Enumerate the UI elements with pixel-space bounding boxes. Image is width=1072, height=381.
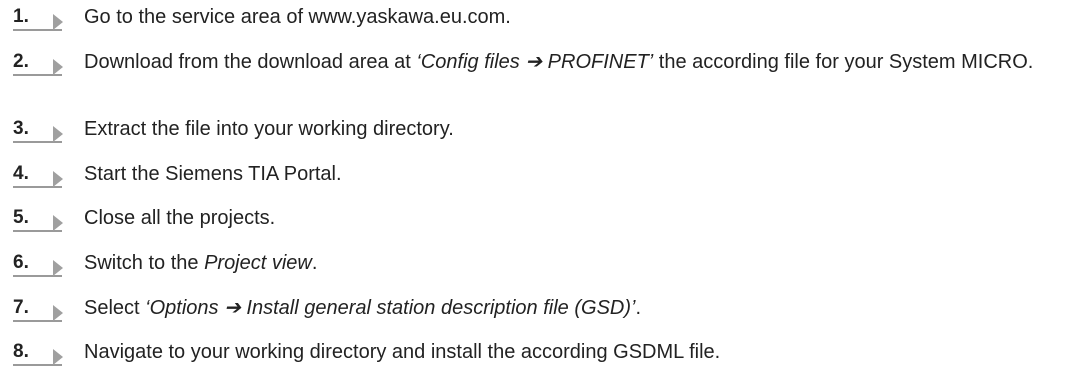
step-arrow-icon <box>53 260 63 276</box>
step-marker: 8. <box>0 340 84 366</box>
step-number: 4. <box>13 163 29 184</box>
step-marker: 2. <box>0 50 84 76</box>
step-arrow-icon <box>53 59 63 75</box>
step-text-part: Navigate to your working directory and i… <box>84 341 721 363</box>
step-4: 4. Start the Siemens TIA Portal. <box>0 162 1060 188</box>
step-text: Extract the file into your working direc… <box>84 117 1044 141</box>
step-8: 8. Navigate to your working directory an… <box>0 340 1060 366</box>
step-number: 8. <box>13 341 29 362</box>
step-marker: 6. <box>0 251 84 277</box>
step-marker: 4. <box>0 162 84 188</box>
step-1: 1. Go to the service area of www.yaskawa… <box>0 5 1060 31</box>
step-number: 2. <box>13 51 29 72</box>
step-7: 7. Select ‘Options ➔ Install general sta… <box>0 296 1060 322</box>
step-marker: 7. <box>0 296 84 322</box>
step-text: Switch to the Project view. <box>84 251 1044 275</box>
step-text-menu-path: ‘Options ➔ Install general station descr… <box>145 297 636 319</box>
step-arrow-icon <box>53 171 63 187</box>
step-text-part: Select <box>84 297 146 319</box>
step-text-part: . <box>635 297 642 319</box>
step-text-part: Start the Siemens TIA Portal. <box>84 163 342 185</box>
step-text: Navigate to your working directory and i… <box>84 340 1044 364</box>
step-6: 6. Switch to the Project view. <box>0 251 1060 277</box>
step-5: 5. Close all the projects. <box>0 206 1060 232</box>
step-number: 3. <box>13 118 29 139</box>
step-number: 6. <box>13 252 29 273</box>
step-arrow-icon <box>53 215 63 231</box>
step-text-part: Extract the file into your working direc… <box>84 118 454 140</box>
step-text-part: Download from the download area at <box>84 51 417 73</box>
step-arrow-icon <box>53 305 63 321</box>
step-2: 2. Download from the download area at ‘C… <box>0 50 1060 76</box>
step-3: 3. Extract the file into your working di… <box>0 117 1060 143</box>
step-marker: 3. <box>0 117 84 143</box>
step-text: Download from the download area at ‘Conf… <box>84 50 1044 74</box>
step-text-menu-path: ‘Config files ➔ PROFINET’ <box>416 51 654 73</box>
step-text-part: Switch to the <box>84 252 205 274</box>
step-arrow-icon <box>53 14 63 30</box>
step-text: Select ‘Options ➔ Install general statio… <box>84 296 1044 320</box>
step-marker: 1. <box>0 5 84 31</box>
step-marker: 5. <box>0 206 84 232</box>
step-text: Start the Siemens TIA Portal. <box>84 162 1044 186</box>
step-number: 5. <box>13 207 29 228</box>
step-text-view-name: Project view <box>204 252 312 274</box>
step-text-part: Go to the service area of www.yaskawa.eu… <box>84 6 511 28</box>
step-text-part: Close all the projects. <box>84 207 276 229</box>
step-text-part: the according file for your System MICRO… <box>653 51 1034 73</box>
step-arrow-icon <box>53 126 63 142</box>
step-number: 7. <box>13 297 29 318</box>
step-number: 1. <box>13 6 29 27</box>
step-arrow-icon <box>53 349 63 365</box>
step-text: Close all the projects. <box>84 206 1044 230</box>
step-text: Go to the service area of www.yaskawa.eu… <box>84 5 1044 29</box>
step-text-part: . <box>311 252 318 274</box>
